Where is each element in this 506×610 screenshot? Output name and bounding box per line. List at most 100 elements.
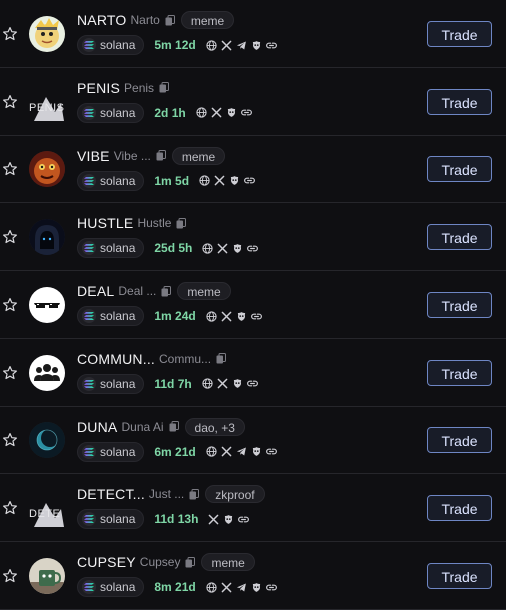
x-icon[interactable]	[221, 582, 232, 593]
copy-icon[interactable]	[216, 353, 227, 364]
token-name: Deal ...	[118, 284, 157, 299]
token-tag[interactable]: meme	[171, 146, 226, 165]
globe-icon[interactable]	[206, 39, 217, 51]
token-tag[interactable]: meme	[177, 282, 231, 301]
copy-icon[interactable]	[156, 150, 166, 161]
token-tag[interactable]: meme	[201, 553, 255, 572]
token-title-line: DUNA Duna Ai dao, +3	[77, 417, 245, 436]
trade-button[interactable]: Trade	[427, 495, 492, 522]
token-tag[interactable]: meme	[180, 11, 235, 29]
link-icon[interactable]	[250, 311, 262, 322]
x-icon[interactable]	[221, 311, 232, 322]
trade-button[interactable]: Trade	[427, 224, 492, 251]
dex-icon[interactable]	[251, 446, 262, 457]
chain-badge: solana	[77, 373, 145, 394]
token-row[interactable]: COMMUN... Commu... solana 11d 7h Trade	[0, 339, 506, 407]
link-icon[interactable]	[240, 107, 252, 118]
copy-icon[interactable]	[189, 488, 200, 500]
x-icon[interactable]	[211, 107, 222, 118]
token-age: 6m 21d	[154, 444, 196, 459]
token-row[interactable]: DETE DETECT... Just ... zkproof solana 11d 13…	[0, 474, 506, 543]
token-row[interactable]: DEAL Deal ... meme solana 1m 24d Trade	[0, 271, 506, 339]
trade-button[interactable]: Trade	[427, 20, 492, 47]
telegram-icon[interactable]	[236, 582, 247, 593]
token-symbol[interactable]: DETECT...	[77, 486, 145, 502]
x-icon[interactable]	[221, 446, 232, 457]
token-meta-line: solana 25d 5h	[77, 238, 262, 259]
globe-icon[interactable]	[199, 175, 210, 186]
globe-icon[interactable]	[206, 446, 217, 457]
token-meta-line: solana 5m 12d	[77, 35, 281, 55]
token-row[interactable]: CUPSEY Cupsey meme solana 8m 21d Trade	[0, 542, 506, 610]
copy-icon[interactable]	[176, 217, 187, 229]
trade-button[interactable]: Trade	[427, 291, 492, 318]
globe-icon[interactable]	[202, 378, 213, 389]
copy-icon[interactable]	[161, 285, 172, 297]
token-row[interactable]: NARTO Narto meme solana 5m 12d Trade	[0, 0, 506, 68]
telegram-icon[interactable]	[236, 40, 247, 51]
x-icon[interactable]	[208, 514, 219, 525]
token-row[interactable]: HUSTLE Hustle solana 25d 5h Trade	[0, 203, 506, 272]
star-icon[interactable]	[2, 568, 18, 584]
link-icon[interactable]	[246, 378, 258, 389]
copy-icon[interactable]	[165, 14, 175, 26]
x-icon[interactable]	[217, 243, 228, 254]
x-icon[interactable]	[217, 378, 228, 389]
dex-icon[interactable]	[232, 378, 243, 389]
link-icon[interactable]	[247, 243, 259, 254]
token-row[interactable]: DUNA Duna Ai dao, +3 solana 6m 21d Trade	[0, 407, 506, 475]
dex-icon[interactable]	[236, 311, 247, 322]
link-icon[interactable]	[265, 582, 277, 593]
token-avatar: PENIS	[29, 84, 65, 121]
star-icon[interactable]	[2, 365, 18, 381]
chain-label: solana	[100, 376, 136, 391]
token-symbol[interactable]: DUNA	[77, 419, 117, 435]
token-row[interactable]: PENIS PENIS Penis solana 2d 1h Trade	[0, 68, 506, 136]
star-icon[interactable]	[2, 94, 18, 110]
token-tag[interactable]: zkproof	[205, 485, 265, 504]
x-icon[interactable]	[214, 175, 225, 186]
star-icon[interactable]	[2, 26, 18, 42]
dex-icon[interactable]	[232, 243, 243, 254]
globe-icon[interactable]	[206, 310, 217, 322]
token-row[interactable]: VIBE Vibe ... meme solana 1m 5d Trade	[0, 136, 506, 204]
trade-button[interactable]: Trade	[427, 88, 492, 115]
globe-icon[interactable]	[206, 581, 217, 593]
token-symbol[interactable]: VIBE	[77, 148, 110, 164]
star-icon[interactable]	[2, 161, 18, 177]
star-icon[interactable]	[2, 229, 18, 245]
star-icon[interactable]	[2, 500, 18, 516]
star-icon[interactable]	[2, 297, 18, 313]
telegram-icon[interactable]	[236, 446, 247, 457]
copy-icon[interactable]	[169, 421, 179, 432]
copy-icon[interactable]	[185, 556, 196, 568]
copy-icon[interactable]	[159, 82, 170, 93]
link-icon[interactable]	[265, 446, 277, 457]
link-icon[interactable]	[244, 175, 255, 186]
dex-icon[interactable]	[229, 175, 240, 186]
x-icon[interactable]	[221, 40, 232, 51]
globe-icon[interactable]	[202, 243, 214, 254]
globe-icon[interactable]	[196, 107, 207, 118]
trade-button[interactable]: Trade	[427, 563, 492, 589]
star-icon[interactable]	[2, 432, 18, 448]
token-symbol[interactable]: PENIS	[77, 80, 120, 96]
dex-icon[interactable]	[223, 514, 234, 525]
link-icon[interactable]	[265, 40, 277, 51]
token-symbol[interactable]: CUPSEY	[77, 554, 136, 570]
social-links	[206, 446, 281, 457]
trade-button[interactable]: Trade	[427, 359, 492, 386]
chain-badge: solana	[77, 509, 145, 530]
dex-icon[interactable]	[251, 40, 262, 51]
token-tag[interactable]: dao, +3	[184, 417, 245, 436]
token-symbol[interactable]: COMMUN...	[77, 351, 155, 367]
dex-icon[interactable]	[226, 107, 237, 118]
token-symbol[interactable]: NARTO	[77, 12, 127, 28]
chain-label: solana	[100, 105, 136, 120]
trade-button[interactable]: Trade	[427, 156, 492, 183]
trade-button[interactable]: Trade	[427, 427, 492, 454]
link-icon[interactable]	[238, 514, 250, 525]
dex-icon[interactable]	[251, 582, 262, 593]
token-symbol[interactable]: HUSTLE	[77, 215, 133, 231]
token-symbol[interactable]: DEAL	[77, 283, 114, 299]
